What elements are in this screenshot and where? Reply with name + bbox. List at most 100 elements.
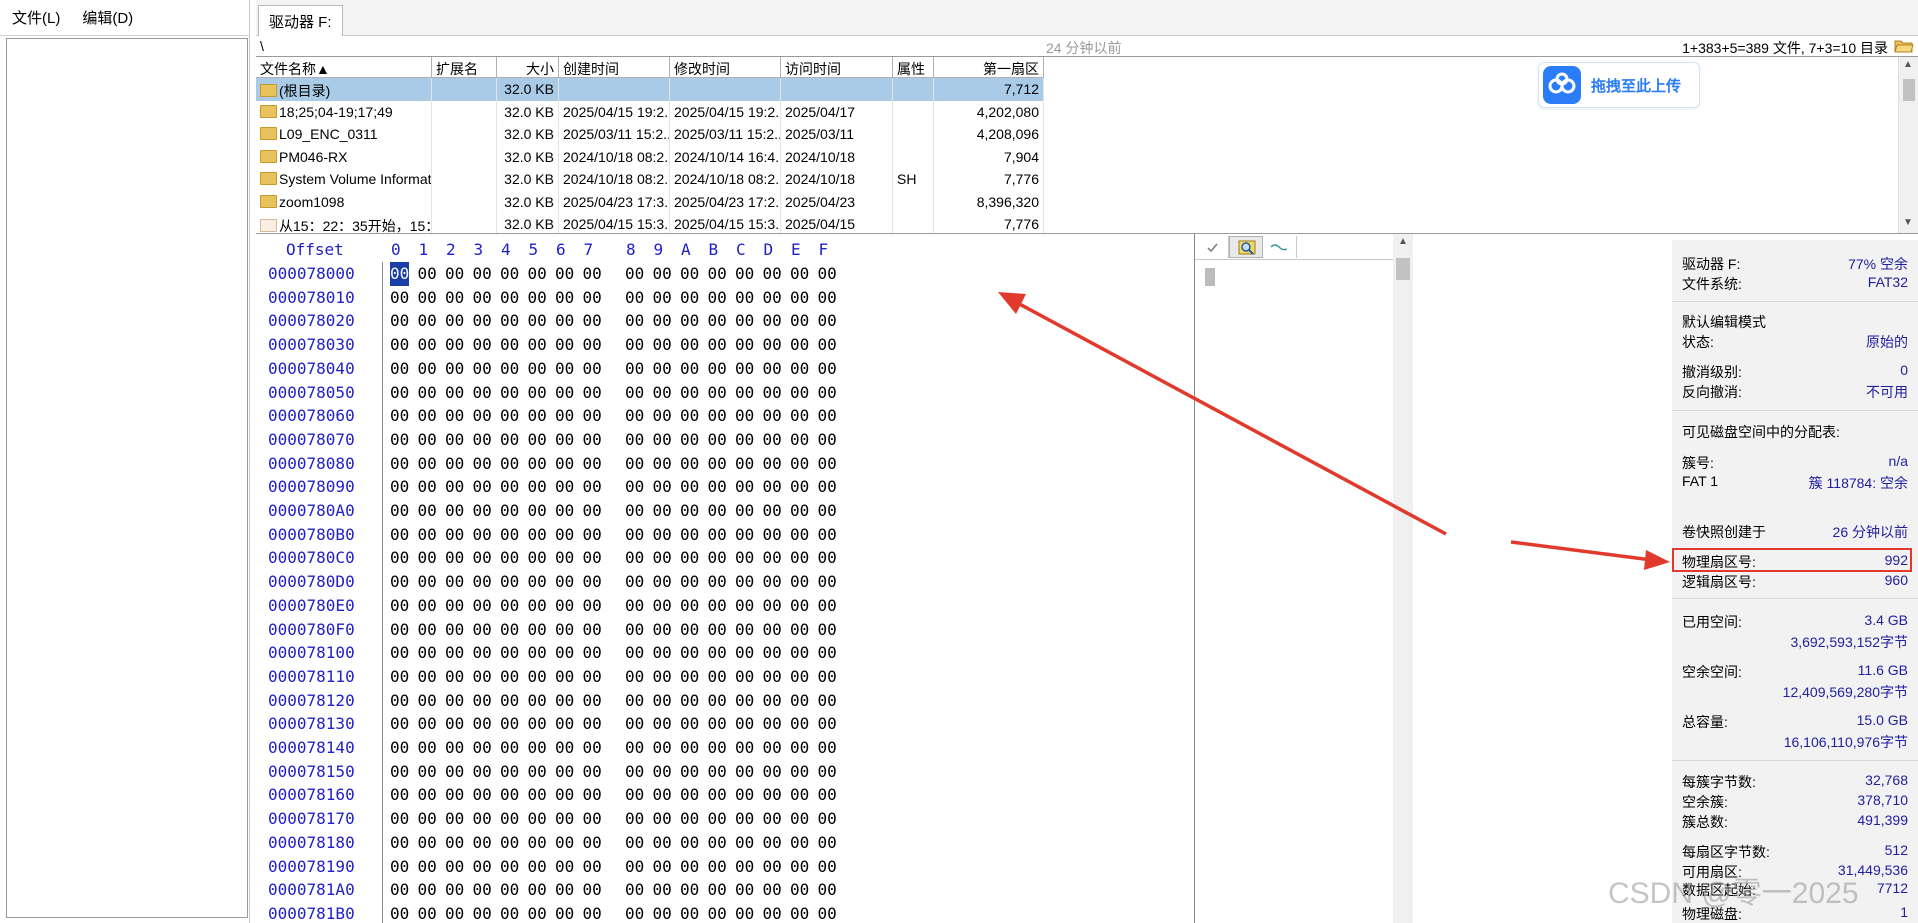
hex-byte[interactable]: 00 <box>625 831 644 855</box>
hex-byte[interactable]: 00 <box>708 855 727 879</box>
hex-byte[interactable]: 00 <box>583 428 602 452</box>
hex-byte[interactable]: 00 <box>555 570 574 594</box>
hex-byte[interactable]: 00 <box>680 831 699 855</box>
hex-byte[interactable]: 00 <box>555 641 574 665</box>
hex-byte[interactable]: 00 <box>790 452 809 476</box>
hex-byte[interactable]: 00 <box>625 807 644 831</box>
hex-byte[interactable]: 00 <box>418 831 437 855</box>
hex-row[interactable]: 00 00 00 00 00 00 00 00 00 00 00 00 00 00 00 00 <box>384 452 1194 476</box>
hex-byte[interactable]: 00 <box>625 618 644 642</box>
hex-byte[interactable]: 00 <box>680 736 699 760</box>
hex-byte[interactable]: 00 <box>583 286 602 310</box>
table-row[interactable]: PM046-RX 32.0 KB 2024/10/18 08:2... 2024/10… <box>256 145 1044 168</box>
hex-byte[interactable]: 00 <box>473 357 492 381</box>
hex-byte[interactable]: 00 <box>445 665 464 689</box>
hex-byte[interactable]: 00 <box>625 689 644 713</box>
hex-byte[interactable]: 00 <box>473 570 492 594</box>
hex-byte[interactable]: 00 <box>735 618 754 642</box>
table-row[interactable]: System Volume Information32.0 KB2024/10/… <box>256 168 1044 191</box>
hex-byte[interactable]: 00 <box>680 357 699 381</box>
directory-tree-panel[interactable] <box>6 38 248 918</box>
hex-byte[interactable]: 00 <box>555 381 574 405</box>
hex-byte[interactable]: 00 <box>390 736 409 760</box>
hex-byte[interactable]: 00 <box>473 618 492 642</box>
hex-byte[interactable]: 00 <box>418 689 437 713</box>
hex-byte[interactable]: 00 <box>790 665 809 689</box>
hex-byte[interactable]: 00 <box>473 333 492 357</box>
hex-byte[interactable]: 00 <box>625 665 644 689</box>
hex-byte[interactable]: 00 <box>473 594 492 618</box>
hex-byte[interactable]: 00 <box>473 641 492 665</box>
hex-byte[interactable]: 00 <box>473 452 492 476</box>
hex-byte[interactable]: 00 <box>555 309 574 333</box>
hex-byte[interactable]: 00 <box>735 783 754 807</box>
hex-byte[interactable]: 00 <box>708 523 727 547</box>
hex-byte[interactable]: 00 <box>500 807 519 831</box>
hex-byte[interactable]: 00 <box>653 333 672 357</box>
hex-byte[interactable]: 00 <box>735 262 754 286</box>
hex-row[interactable]: 00 00 00 00 00 00 00 00 00 00 00 00 00 00 00 00 <box>384 641 1194 665</box>
hex-byte[interactable]: 00 <box>653 878 672 902</box>
col-header-modified[interactable]: 修改时间 <box>670 57 781 78</box>
table-row[interactable]: L09_ENC_0311 32.0 KB 2025/03/11 15:2... 202… <box>256 123 1044 146</box>
hex-byte[interactable]: 00 <box>790 570 809 594</box>
hex-byte[interactable]: 00 <box>790 381 809 405</box>
hex-byte[interactable]: 00 <box>735 878 754 902</box>
hex-byte[interactable]: 00 <box>708 381 727 405</box>
hex-byte[interactable]: 00 <box>708 262 727 286</box>
hex-byte[interactable]: 00 <box>583 475 602 499</box>
hex-byte[interactable]: 00 <box>735 309 754 333</box>
hex-byte[interactable]: 00 <box>418 499 437 523</box>
hex-byte[interactable]: 00 <box>445 333 464 357</box>
hex-scroll-up-icon[interactable]: ▲ <box>1398 236 1408 247</box>
hex-byte[interactable]: 00 <box>418 357 437 381</box>
table-row[interactable]: 18;25;04-19;17;49 32.0 KB 2025/04/15 19:2.… <box>256 100 1044 123</box>
hex-byte[interactable]: 00 <box>708 807 727 831</box>
hex-byte[interactable]: 00 <box>625 452 644 476</box>
hex-byte[interactable]: 00 <box>708 736 727 760</box>
hex-byte[interactable]: 00 <box>818 783 837 807</box>
hex-byte[interactable]: 00 <box>763 452 782 476</box>
hex-byte[interactable]: 00 <box>418 570 437 594</box>
hex-byte[interactable]: 00 <box>763 712 782 736</box>
hex-byte[interactable]: 00 <box>625 475 644 499</box>
hex-byte[interactable]: 00 <box>625 499 644 523</box>
hex-byte[interactable]: 00 <box>528 452 547 476</box>
wave-tool-button[interactable] <box>1263 236 1297 258</box>
hex-byte[interactable]: 00 <box>818 570 837 594</box>
hex-byte[interactable]: 00 <box>445 594 464 618</box>
hex-byte[interactable]: 00 <box>763 475 782 499</box>
hex-byte[interactable]: 00 <box>473 499 492 523</box>
hex-byte[interactable]: 00 <box>680 760 699 784</box>
hex-byte[interactable]: 00 <box>680 878 699 902</box>
hex-byte[interactable]: 00 <box>418 404 437 428</box>
hex-byte[interactable]: 00 <box>445 712 464 736</box>
hex-byte[interactable]: 00 <box>790 760 809 784</box>
hex-byte[interactable]: 00 <box>763 807 782 831</box>
hex-byte[interactable]: 00 <box>763 499 782 523</box>
hex-byte[interactable]: 00 <box>390 855 409 879</box>
hex-byte[interactable]: 00 <box>583 783 602 807</box>
hex-byte[interactable]: 00 <box>473 262 492 286</box>
hex-byte[interactable]: 00 <box>583 831 602 855</box>
hex-byte[interactable]: 00 <box>818 902 837 923</box>
table-row[interactable]: (根目录) 32.0 KB 7,712 <box>256 78 1044 101</box>
hex-byte[interactable]: 00 <box>763 736 782 760</box>
hex-byte[interactable]: 00 <box>735 381 754 405</box>
hex-byte[interactable]: 00 <box>763 689 782 713</box>
hex-byte[interactable]: 00 <box>583 452 602 476</box>
hex-byte[interactable]: 00 <box>790 736 809 760</box>
hex-byte[interactable]: 00 <box>790 618 809 642</box>
hex-byte[interactable]: 00 <box>680 594 699 618</box>
hex-byte[interactable]: 00 <box>625 428 644 452</box>
hex-byte[interactable]: 00 <box>790 712 809 736</box>
hex-byte[interactable]: 00 <box>583 333 602 357</box>
hex-byte[interactable]: 00 <box>763 381 782 405</box>
hex-byte[interactable]: 00 <box>680 689 699 713</box>
hex-byte[interactable]: 00 <box>653 641 672 665</box>
hex-byte[interactable]: 00 <box>680 902 699 923</box>
hex-byte[interactable]: 00 <box>555 712 574 736</box>
hex-byte[interactable]: 00 <box>735 807 754 831</box>
hex-byte[interactable]: 00 <box>735 452 754 476</box>
hex-byte[interactable]: 00 <box>445 404 464 428</box>
